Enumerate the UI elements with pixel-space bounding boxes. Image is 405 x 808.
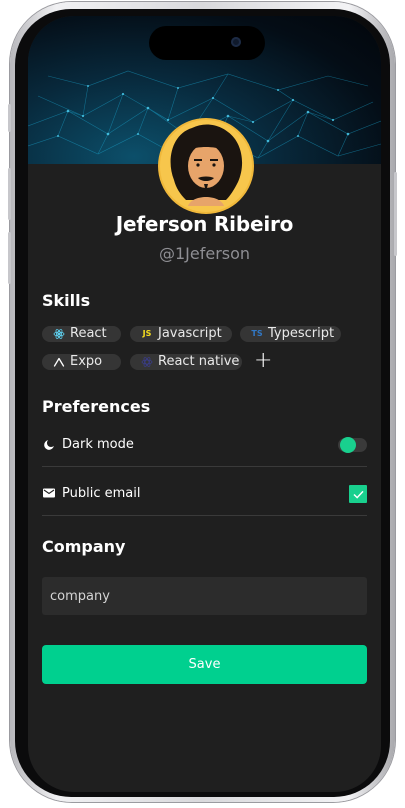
dark-mode-toggle[interactable] [338, 437, 367, 453]
toggle-knob [340, 437, 356, 453]
app-screen: Jeferson Ribeiro @1Jeferson Skills React… [28, 16, 381, 792]
skills-title: Skills [42, 291, 91, 310]
mail-icon [42, 486, 56, 500]
save-button[interactable]: Save [42, 645, 367, 684]
profile-handle: @1Jeferson [158, 244, 251, 263]
profile-name: Jeferson Ribeiro [115, 212, 294, 236]
moon-icon [42, 437, 56, 451]
skill-label: Expo [70, 354, 103, 369]
typescript-icon: TS [251, 329, 263, 338]
public-email-row: Public email [42, 483, 367, 503]
add-skill-button[interactable]: + [254, 350, 272, 372]
power-button [394, 172, 397, 256]
skill-chip-typescript[interactable]: TS Typescript [240, 326, 341, 342]
skill-label: Javascript [158, 326, 222, 341]
volume-up-button [8, 168, 11, 220]
skill-chip-expo[interactable]: Expo [42, 354, 121, 370]
react-native-icon [140, 355, 154, 369]
dark-mode-row: Dark mode [42, 434, 367, 454]
dynamic-island [149, 26, 265, 60]
action-button [8, 104, 11, 132]
avatar[interactable] [158, 118, 254, 214]
divider [42, 466, 367, 467]
skill-label: React [70, 326, 107, 341]
public-email-label: Public email [62, 485, 141, 501]
company-input[interactable] [42, 577, 367, 615]
javascript-icon: JS [142, 329, 152, 338]
expo-icon [52, 355, 66, 369]
avatar-illustration [170, 124, 243, 206]
volume-down-button [8, 232, 11, 284]
skill-label: React native [158, 354, 240, 369]
skill-chip-javascript[interactable]: JS Javascript [130, 326, 232, 342]
preferences-title: Preferences [42, 397, 151, 416]
skill-label: Typescript [268, 326, 335, 341]
front-camera-icon [231, 37, 241, 47]
company-title: Company [42, 537, 126, 556]
public-email-checkbox[interactable] [349, 485, 367, 503]
divider [42, 515, 367, 516]
react-icon [52, 327, 66, 341]
skill-chip-react[interactable]: React [42, 326, 121, 342]
check-icon [352, 490, 364, 499]
dark-mode-label: Dark mode [62, 436, 134, 452]
skill-chip-react-native[interactable]: React native [130, 354, 242, 370]
